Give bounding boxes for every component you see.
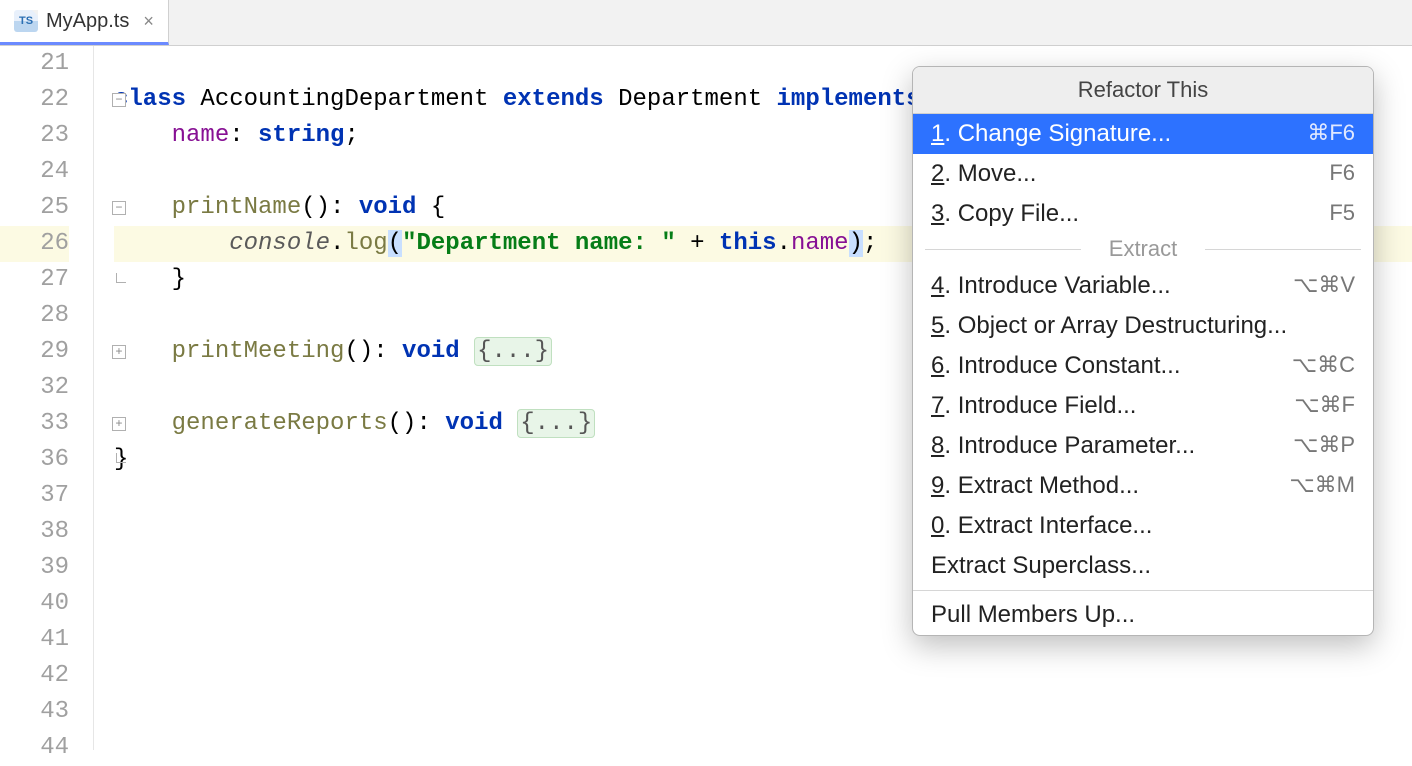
- line-number: 26: [0, 226, 69, 262]
- line-number: 44: [0, 730, 69, 766]
- close-icon[interactable]: ×: [143, 11, 154, 32]
- menu-item-shortcut: ⌥⌘C: [1292, 352, 1355, 380]
- line-number: 28: [0, 298, 69, 334]
- typescript-file-icon: TS: [14, 10, 38, 32]
- line-number: 40: [0, 586, 69, 622]
- gutter-line: 40: [0, 586, 69, 622]
- popup-menu-item[interactable]: Pull Members Up...: [913, 595, 1373, 635]
- gutter-line: 39: [0, 550, 69, 586]
- gutter-line: 22: [0, 82, 69, 118]
- line-number: 42: [0, 658, 69, 694]
- popup-menu-item[interactable]: 0. Extract Interface...: [913, 506, 1373, 546]
- line-number: 22: [0, 82, 69, 118]
- menu-item-shortcut: F5: [1329, 200, 1355, 228]
- menu-item-label: 7. Introduce Field...: [931, 392, 1136, 420]
- gutter-line: 41: [0, 622, 69, 658]
- fold-expand-icon[interactable]: [112, 417, 126, 431]
- menu-item-label: 8. Introduce Parameter...: [931, 432, 1195, 460]
- line-number: 24: [0, 154, 69, 190]
- gutter-line: 42: [0, 658, 69, 694]
- gutter-line: 25↑: [0, 190, 69, 226]
- tab-bar: TS MyApp.ts ×: [0, 0, 1412, 46]
- gutter: 212223↑2425↑262728293233↑363738394041424…: [0, 46, 94, 750]
- line-number: 39: [0, 550, 69, 586]
- menu-item-label: 4. Introduce Variable...: [931, 272, 1171, 300]
- popup-menu-item[interactable]: 3. Copy File... F5: [913, 194, 1373, 234]
- gutter-line: 32: [0, 370, 69, 406]
- fold-collapse-icon[interactable]: [112, 93, 126, 107]
- menu-item-label: 2. Move...: [931, 160, 1036, 188]
- menu-item-shortcut: ⌘F6: [1307, 120, 1355, 148]
- line-number: 38: [0, 514, 69, 550]
- menu-item-label: 9. Extract Method...: [931, 472, 1139, 500]
- line-number: 32: [0, 370, 69, 406]
- line-number: 27: [0, 262, 69, 298]
- line-number: 36: [0, 442, 69, 478]
- refactor-popup: Refactor This 1. Change Signature... ⌘F6 2…: [912, 66, 1374, 636]
- fold-collapse-icon[interactable]: [112, 201, 126, 215]
- code-line[interactable]: [114, 658, 1412, 694]
- menu-item-label: Pull Members Up...: [931, 601, 1135, 629]
- code-line[interactable]: [114, 694, 1412, 730]
- gutter-line: 38: [0, 514, 69, 550]
- menu-item-shortcut: ⌥⌘F: [1294, 392, 1355, 420]
- menu-item-label: 1. Change Signature...: [931, 120, 1171, 148]
- line-number: 29: [0, 334, 69, 370]
- popup-title: Refactor This: [913, 67, 1373, 114]
- fold-expand-icon[interactable]: [112, 345, 126, 359]
- popup-menu-item[interactable]: 6. Introduce Constant... ⌥⌘C: [913, 346, 1373, 386]
- line-number: 41: [0, 622, 69, 658]
- popup-menu-item[interactable]: 8. Introduce Parameter... ⌥⌘P: [913, 426, 1373, 466]
- menu-item-shortcut: ⌥⌘V: [1293, 272, 1355, 300]
- menu-item-label: 3. Copy File...: [931, 200, 1079, 228]
- line-number: 37: [0, 478, 69, 514]
- menu-item-shortcut: F6: [1329, 160, 1355, 188]
- gutter-line: 28: [0, 298, 69, 334]
- gutter-line: 24: [0, 154, 69, 190]
- line-number: 43: [0, 694, 69, 730]
- popup-menu-item[interactable]: 4. Introduce Variable... ⌥⌘V: [913, 266, 1373, 306]
- popup-menu-item[interactable]: 7. Introduce Field... ⌥⌘F: [913, 386, 1373, 426]
- gutter-line: 27: [0, 262, 69, 298]
- line-number: 25: [0, 190, 69, 226]
- gutter-line: 44: [0, 730, 69, 766]
- popup-section-header: Extract: [913, 236, 1373, 262]
- line-number: 33: [0, 406, 69, 442]
- popup-menu-item[interactable]: Extract Superclass...: [913, 546, 1373, 586]
- gutter-line: 26: [0, 226, 69, 262]
- gutter-line: 43: [0, 694, 69, 730]
- editor-tab[interactable]: TS MyApp.ts ×: [0, 0, 169, 45]
- menu-item-label: 5. Object or Array Destructuring...: [931, 312, 1287, 340]
- separator: [913, 590, 1373, 591]
- popup-menu-item[interactable]: 2. Move... F6: [913, 154, 1373, 194]
- gutter-line: 33↑: [0, 406, 69, 442]
- gutter-line: 37: [0, 478, 69, 514]
- menu-item-label: Extract Superclass...: [931, 552, 1151, 580]
- line-number: 23: [0, 118, 69, 154]
- gutter-line: 21: [0, 46, 69, 82]
- menu-item-shortcut: ⌥⌘M: [1289, 472, 1355, 500]
- menu-item-label: 0. Extract Interface...: [931, 512, 1152, 540]
- menu-item-shortcut: ⌥⌘P: [1293, 432, 1355, 460]
- line-number: 21: [0, 46, 69, 82]
- tab-label: MyApp.ts: [46, 10, 129, 33]
- fold-end-icon[interactable]: [116, 273, 126, 283]
- popup-menu-item[interactable]: 1. Change Signature... ⌘F6: [913, 114, 1373, 154]
- gutter-line: 29: [0, 334, 69, 370]
- popup-menu-item[interactable]: 5. Object or Array Destructuring...: [913, 306, 1373, 346]
- gutter-line: 23↑: [0, 118, 69, 154]
- menu-item-label: 6. Introduce Constant...: [931, 352, 1181, 380]
- code-line[interactable]: [114, 730, 1412, 766]
- popup-menu-item[interactable]: 9. Extract Method... ⌥⌘M: [913, 466, 1373, 506]
- gutter-line: 36: [0, 442, 69, 478]
- fold-end-icon[interactable]: [116, 453, 126, 463]
